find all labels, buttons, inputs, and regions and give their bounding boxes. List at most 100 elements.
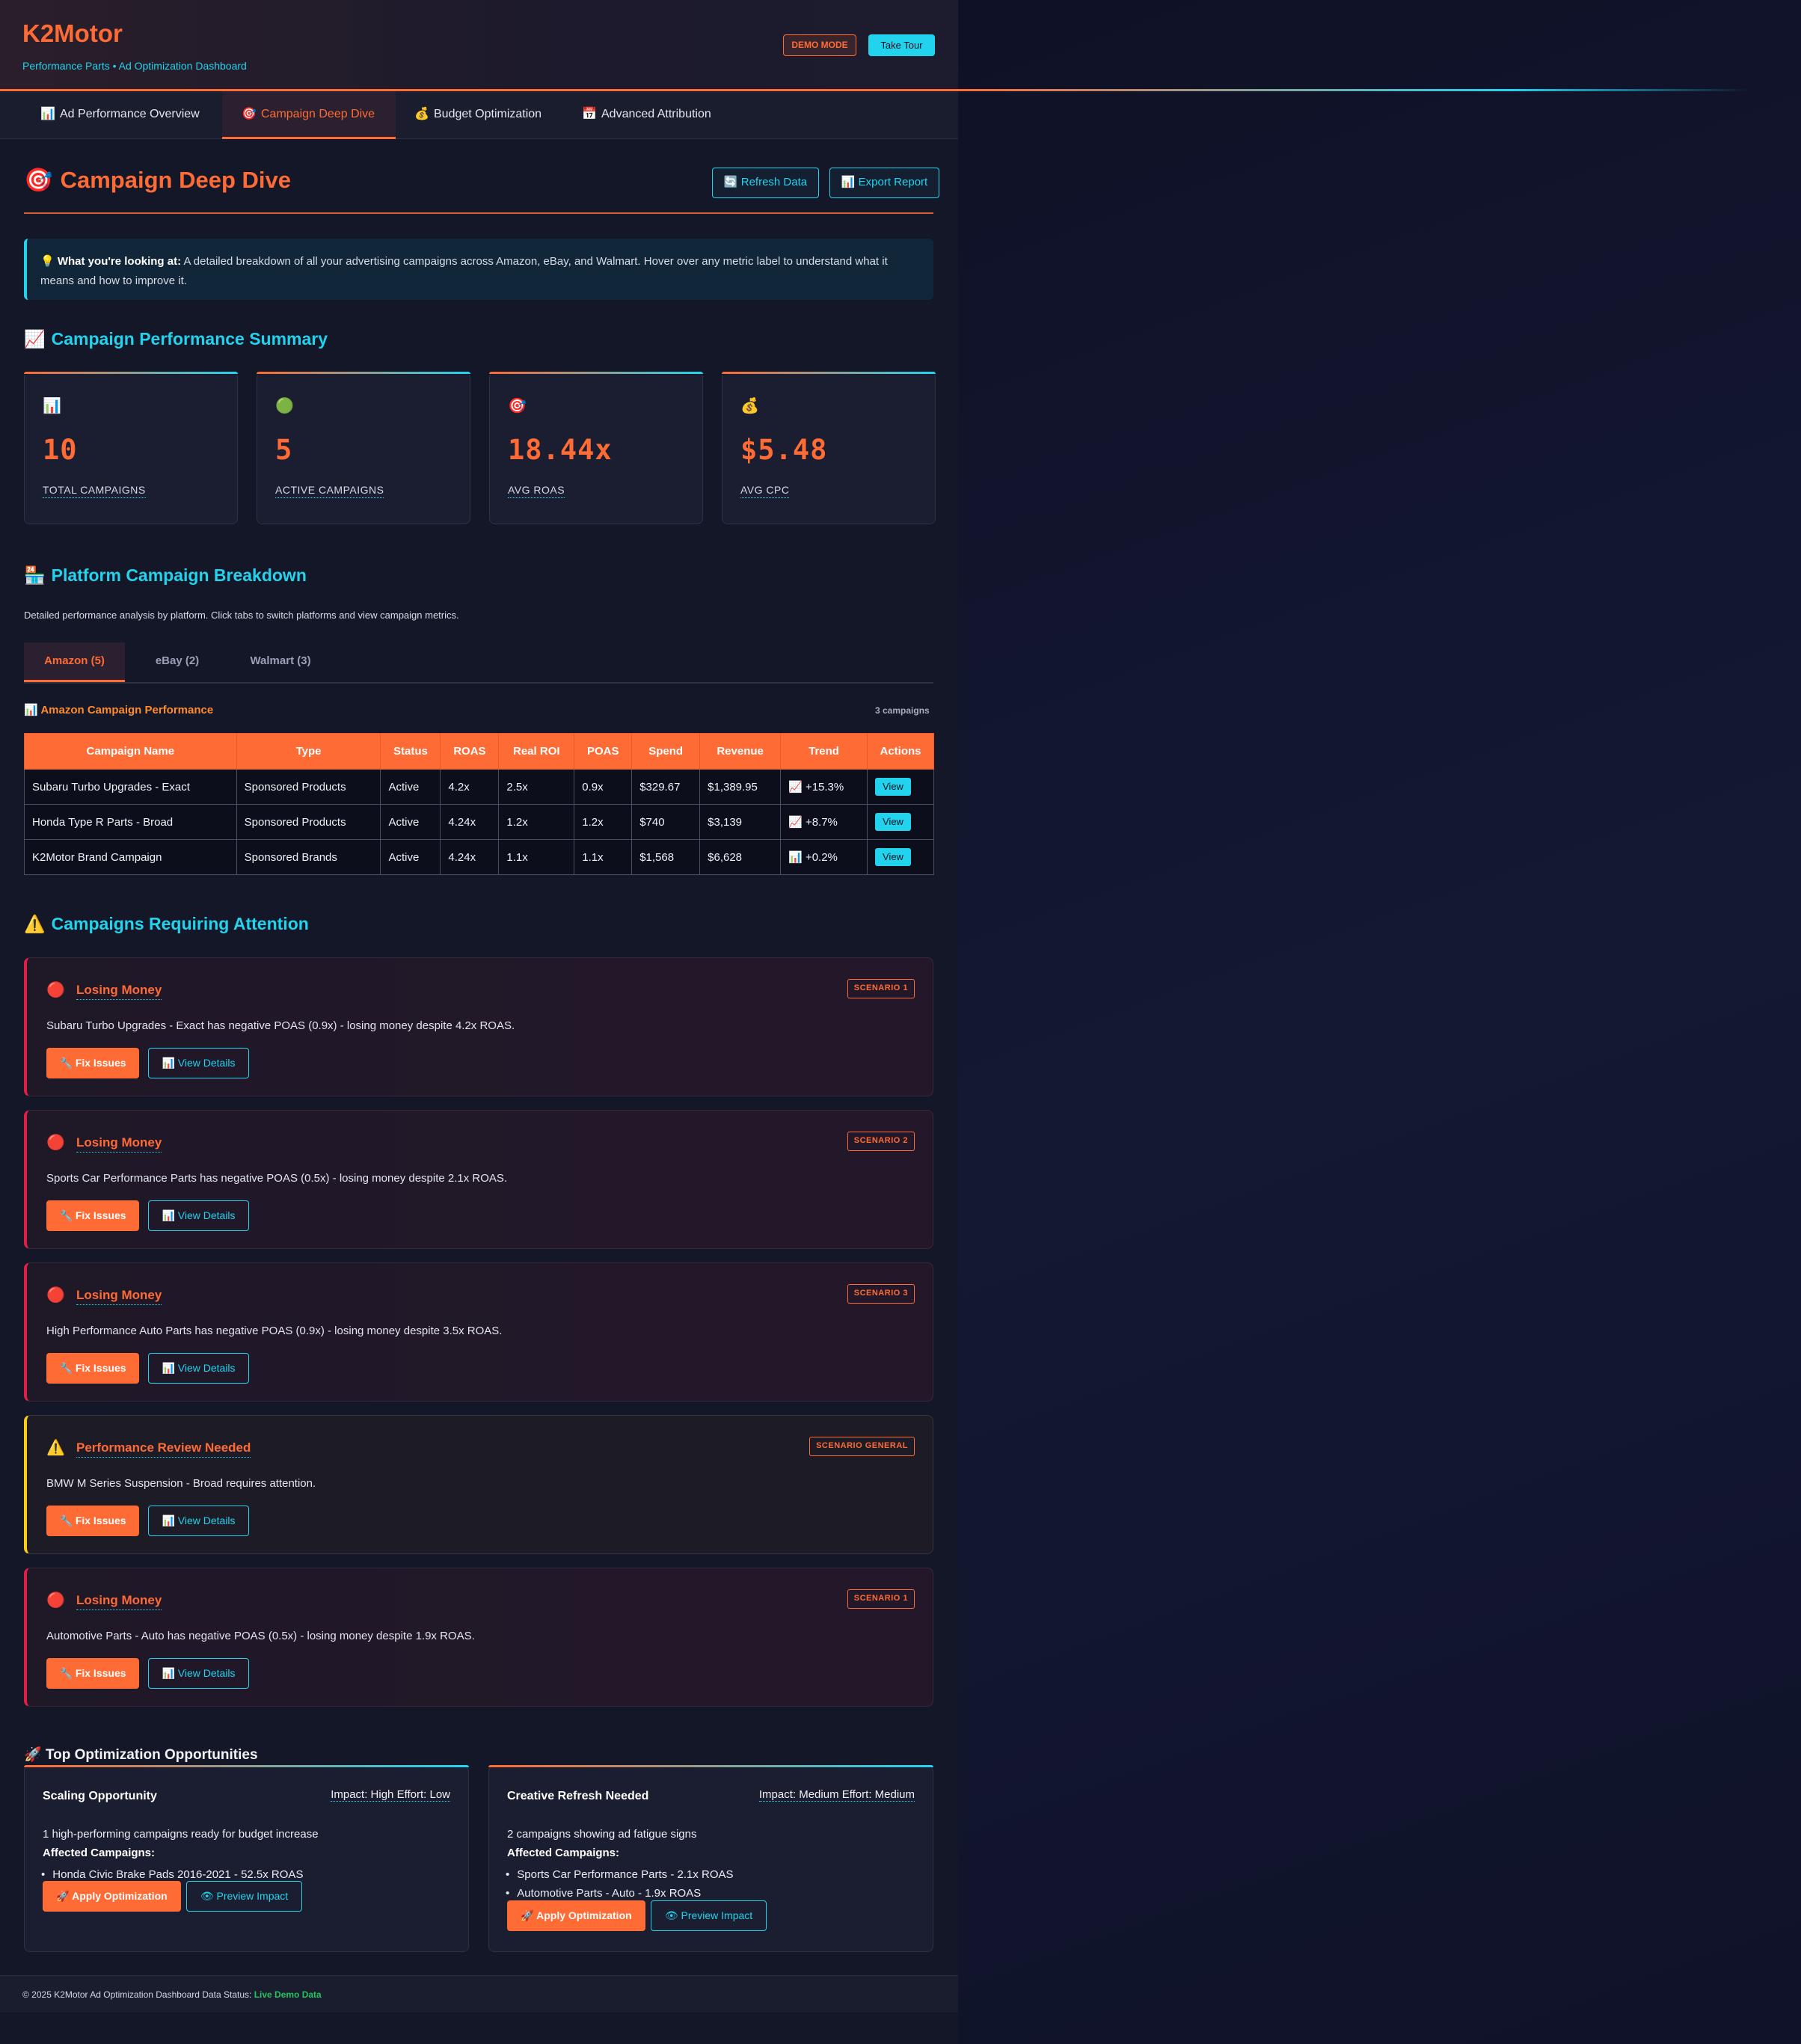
preview-impact-button[interactable]: 👁 Preview Impact bbox=[651, 1900, 767, 1931]
tab-label: Advanced Attribution bbox=[601, 108, 711, 120]
tab-label: Ad Performance Overview bbox=[60, 108, 200, 120]
col-poas[interactable]: POAS bbox=[574, 733, 633, 770]
cell-actions: View bbox=[866, 839, 935, 875]
breakdown-heading: 🏪 Platform Campaign Breakdown bbox=[24, 565, 307, 586]
page-title: 🎯 Campaign Deep Dive bbox=[24, 166, 291, 194]
list-item: Sports Car Performance Parts - 2.1x ROAS bbox=[507, 1865, 733, 1884]
export-label: Export Report bbox=[858, 176, 928, 188]
tab-amazon[interactable]: Amazon (5) bbox=[24, 642, 125, 682]
cell-real-roi: 2.5x bbox=[498, 769, 575, 805]
view-details-button[interactable]: 📊 View Details bbox=[148, 1048, 249, 1078]
apply-label: Apply Optimization bbox=[72, 1890, 168, 1902]
breakdown-description: Detailed performance analysis by platfor… bbox=[24, 610, 459, 621]
warning-icon: ⚠️ bbox=[24, 914, 46, 933]
view-button[interactable]: View bbox=[874, 848, 911, 866]
col-roas[interactable]: ROAS bbox=[440, 733, 500, 770]
col-trend: Trend bbox=[780, 733, 868, 770]
fix-issues-button[interactable]: 🔧 Fix Issues bbox=[46, 1658, 139, 1689]
details-label: View Details bbox=[177, 1514, 236, 1526]
details-label: View Details bbox=[177, 1667, 236, 1679]
apply-optimization-button[interactable]: 🚀 Apply Optimization bbox=[43, 1881, 181, 1912]
tab-ad-performance-overview[interactable]: 📊 Ad Performance Overview bbox=[24, 91, 211, 139]
take-tour-button[interactable]: Take Tour bbox=[868, 34, 935, 56]
rocket-icon: 🚀 bbox=[24, 1747, 42, 1763]
alert-title[interactable]: Losing Money bbox=[76, 1593, 162, 1610]
fix-label: Fix Issues bbox=[75, 1514, 126, 1526]
cell-real-roi: 1.2x bbox=[498, 804, 575, 840]
trend-value: +0.2% bbox=[805, 851, 838, 864]
view-details-button[interactable]: 📊 View Details bbox=[148, 1506, 249, 1536]
stat-value: 5 bbox=[275, 434, 293, 466]
affected-campaigns-label: Affected Campaigns: bbox=[507, 1847, 620, 1859]
table-title: 📊 Amazon Campaign Performance bbox=[24, 703, 213, 716]
view-button[interactable]: View bbox=[874, 813, 911, 831]
alert-message: Automotive Parts - Auto has negative POA… bbox=[46, 1630, 475, 1642]
preview-label: Preview Impact bbox=[216, 1890, 289, 1902]
scenario-badge: SCENARIO 1 bbox=[847, 979, 915, 998]
rocket-icon: 🚀 bbox=[56, 1890, 70, 1902]
apply-optimization-button[interactable]: 🚀 Apply Optimization bbox=[507, 1900, 645, 1931]
export-report-button[interactable]: 📊 Export Report bbox=[829, 168, 939, 198]
alert-title[interactable]: Losing Money bbox=[76, 983, 162, 1000]
alert-message: BMW M Series Suspension - Broad requires… bbox=[46, 1477, 316, 1490]
stat-label[interactable]: ACTIVE CAMPAIGNS bbox=[275, 484, 384, 498]
cell-spend: $1,568 bbox=[631, 839, 701, 875]
refresh-icon: 🔄 bbox=[723, 176, 738, 188]
chart-icon: 📊 bbox=[40, 108, 55, 120]
cell-status: Active bbox=[380, 839, 441, 875]
col-actions: Actions bbox=[866, 733, 935, 770]
tab-budget-optimization[interactable]: 💰 Budget Optimization bbox=[404, 91, 568, 139]
affected-campaigns-label: Affected Campaigns: bbox=[43, 1847, 156, 1859]
stat-label[interactable]: AVG CPC bbox=[740, 484, 790, 498]
wrench-icon: 🔧 bbox=[59, 1362, 73, 1374]
cell-spend: $740 bbox=[631, 804, 701, 840]
tab-ebay[interactable]: eBay (2) bbox=[129, 642, 226, 682]
refresh-label: Refresh Data bbox=[740, 176, 808, 188]
opportunity-description: 1 high-performing campaigns ready for bu… bbox=[43, 1828, 319, 1841]
stat-value: 18.44x bbox=[508, 434, 613, 466]
bar-chart-icon: 📊 bbox=[788, 851, 803, 864]
cell-poas: 0.9x bbox=[574, 769, 633, 805]
details-label: View Details bbox=[177, 1057, 236, 1069]
tab-campaign-deep-dive[interactable]: 🎯 Campaign Deep Dive bbox=[222, 91, 396, 139]
cell-campaign-name: Honda Type R Parts - Broad bbox=[24, 804, 237, 840]
view-details-button[interactable]: 📊 View Details bbox=[148, 1200, 249, 1231]
cell-campaign-name: Subaru Turbo Upgrades - Exact bbox=[24, 769, 237, 805]
alert-message: Sports Car Performance Parts has negativ… bbox=[46, 1172, 508, 1185]
view-details-button[interactable]: 📊 View Details bbox=[148, 1658, 249, 1689]
chart-icon: 📊 bbox=[162, 1362, 175, 1374]
stat-label[interactable]: TOTAL CAMPAIGNS bbox=[43, 484, 146, 498]
cell-roas: 4.2x bbox=[440, 769, 500, 805]
header-accent-line bbox=[958, 89, 1751, 91]
opportunity-title: Creative Refresh Needed bbox=[507, 1790, 649, 1802]
alert-card: 🔴 Losing Money SCENARIO 1 Subaru Turbo U… bbox=[24, 957, 933, 1096]
opportunity-card: Scaling Opportunity Impact: High Effort:… bbox=[24, 1765, 469, 1952]
opportunity-impact[interactable]: Impact: High Effort: Low bbox=[331, 1788, 450, 1802]
fix-issues-button[interactable]: 🔧 Fix Issues bbox=[46, 1506, 139, 1536]
alert-title[interactable]: Losing Money bbox=[76, 1135, 162, 1153]
refresh-data-button[interactable]: 🔄 Refresh Data bbox=[712, 168, 819, 198]
tab-walmart[interactable]: Walmart (3) bbox=[232, 642, 329, 682]
alert-title[interactable]: Losing Money bbox=[76, 1288, 162, 1305]
store-icon: 🏪 bbox=[24, 565, 46, 585]
alert-title[interactable]: Performance Review Needed bbox=[76, 1440, 251, 1458]
fix-issues-button[interactable]: 🔧 Fix Issues bbox=[46, 1048, 139, 1078]
eye-icon: 👁 bbox=[664, 1909, 678, 1921]
fix-issues-button[interactable]: 🔧 Fix Issues bbox=[46, 1353, 139, 1384]
opportunity-impact[interactable]: Impact: Medium Effort: Medium bbox=[758, 1788, 915, 1802]
info-lead: What you're looking at: bbox=[57, 255, 182, 268]
view-details-button[interactable]: 📊 View Details bbox=[148, 1353, 249, 1384]
wrench-icon: 🔧 bbox=[59, 1057, 73, 1069]
preview-impact-button[interactable]: 👁 Preview Impact bbox=[186, 1881, 302, 1912]
col-type: Type bbox=[236, 733, 381, 770]
stat-label[interactable]: AVG ROAS bbox=[508, 484, 565, 498]
col-revenue: Revenue bbox=[699, 733, 782, 770]
col-real-roi[interactable]: Real ROI bbox=[498, 733, 575, 770]
tab-advanced-attribution[interactable]: 📅 Advanced Attribution bbox=[571, 91, 736, 139]
alert-card: 🔴 Losing Money SCENARIO 3 High Performan… bbox=[24, 1262, 933, 1402]
cell-actions: View bbox=[866, 769, 935, 805]
cell-roas: 4.24x bbox=[440, 839, 500, 875]
fix-issues-button[interactable]: 🔧 Fix Issues bbox=[46, 1200, 139, 1231]
view-button[interactable]: View bbox=[874, 778, 911, 796]
brand-tagline: Performance Parts • Ad Optimization Dash… bbox=[22, 60, 247, 72]
